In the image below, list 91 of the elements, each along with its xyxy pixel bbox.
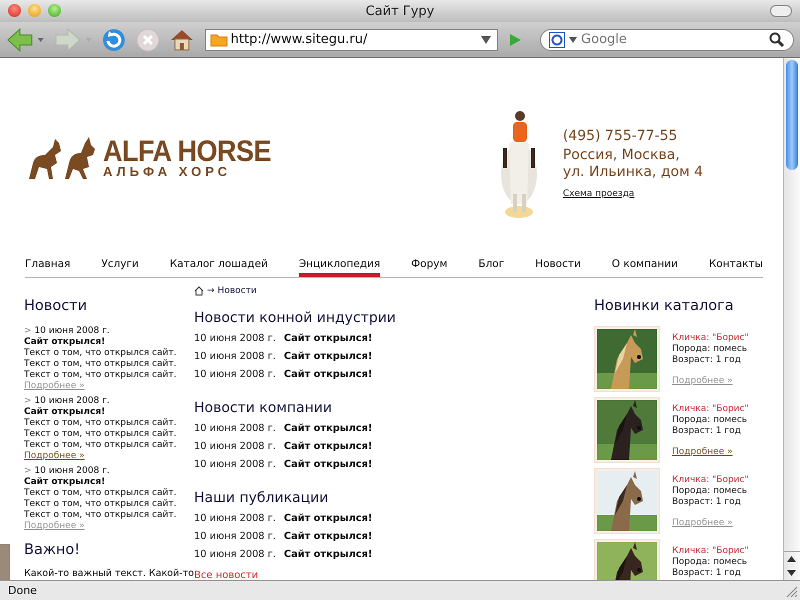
home-icon[interactable] — [194, 286, 204, 296]
more-link[interactable]: Подробнее » — [672, 447, 733, 458]
news-date: 10 июня 2008 г. — [194, 512, 276, 526]
nav-link[interactable]: Каталог лошадей — [170, 258, 268, 277]
news-date: 10 июня 2008 г. — [194, 332, 276, 346]
more-link[interactable]: Подробнее » — [24, 451, 85, 462]
breadcrumb-separator: → — [207, 286, 215, 296]
close-button[interactable] — [8, 4, 21, 17]
all-news-link[interactable]: Все новости — [194, 570, 574, 580]
toolbar-toggle-button[interactable] — [770, 5, 792, 17]
search-field[interactable]: Google — [540, 28, 794, 50]
news-date: > 10 июня 2008 г. — [24, 396, 111, 407]
section-heading: Новости компании — [194, 400, 333, 416]
news-text: Текст о том, что открылся сайт. — [24, 510, 178, 521]
news-headline: Сайт открылся! — [24, 337, 106, 348]
search-icon[interactable] — [769, 32, 785, 48]
folder-icon — [210, 32, 228, 46]
map-link[interactable]: Схема проезда — [562, 188, 703, 198]
back-arrow-icon[interactable] — [6, 26, 46, 52]
section-heading: Новости конной индустрии — [194, 310, 397, 326]
horse-age: Возраст: 1 год — [672, 497, 742, 508]
news-date: > 10 июня 2008 г. — [24, 326, 111, 337]
horse-name: Кличка: "Борис" — [672, 475, 749, 486]
horse-age: Возраст: 1 год — [672, 355, 742, 366]
address-line: Россия, Москва, — [562, 146, 681, 164]
news-headline: Сайт открылся! — [24, 477, 106, 488]
news-text: Текст о том, что открылся сайт. — [24, 429, 178, 440]
nav-link[interactable]: Энциклопедия — [298, 258, 380, 277]
news-headline-link[interactable]: Сайт открылся! — [284, 438, 372, 456]
news-text: Текст о том, что открылся сайт. — [24, 418, 178, 429]
news-date: 10 июня 2008 г. — [194, 422, 276, 436]
phone-number: (495) 755-77-55 — [562, 128, 678, 144]
horse-name: Кличка: "Борис" — [672, 333, 749, 344]
news-headline-link[interactable]: Сайт открылся! — [284, 330, 372, 348]
horse-breed: Порода: помесь — [672, 486, 748, 497]
news-date: 10 июня 2008 г. — [194, 350, 276, 364]
dropdown-triangle-icon[interactable] — [569, 36, 578, 42]
news-text: Текст о том, что открылся сайт. — [24, 359, 178, 370]
news-headline-link[interactable]: Сайт открылся! — [284, 420, 372, 438]
horse-breed: Порода: помесь — [672, 557, 748, 568]
address-field[interactable]: http://www.sitegu.ru/ — [204, 28, 498, 50]
horse-age: Возраст: 1 год — [672, 568, 742, 579]
news-date: 10 июня 2008 г. — [194, 440, 276, 454]
horse-age: Возраст: 1 год — [672, 426, 742, 437]
news-headline-link[interactable]: Сайт открылся! — [284, 366, 372, 384]
section-heading: Наши публикации — [194, 490, 330, 506]
news-date: > 10 июня 2008 г. — [24, 466, 111, 477]
news-text: Текст о том, что открылся сайт. — [24, 488, 178, 499]
breadcrumb-current: Новости — [218, 286, 257, 296]
nav-link[interactable]: Блог — [478, 258, 504, 277]
nav-link[interactable]: Услуги — [101, 258, 139, 277]
section-heading: Новости — [24, 298, 88, 314]
news-date: 10 июня 2008 г. — [194, 458, 276, 472]
horse-name: Кличка: "Борис" — [672, 404, 749, 415]
reload-icon[interactable] — [101, 26, 128, 52]
edge-strip — [0, 544, 10, 580]
nav-link[interactable]: О компании — [612, 258, 678, 277]
scrollbar[interactable] — [783, 58, 800, 580]
news-date: 10 июня 2008 г. — [194, 530, 276, 544]
news-headline-link[interactable]: Сайт открылся! — [284, 546, 372, 564]
dropdown-triangle-icon[interactable] — [480, 34, 492, 44]
window-title: Сайт Гуру — [366, 4, 434, 18]
nav-link[interactable]: Форум — [411, 258, 448, 277]
news-date: 10 июня 2008 г. — [194, 368, 276, 382]
logo-title: ALFA HORSE — [103, 136, 272, 166]
section-heading: Новинки каталога — [594, 298, 735, 314]
news-text: Текст о том, что открылся сайт. — [24, 348, 178, 359]
horse-breed: Порода: помесь — [672, 415, 748, 426]
logo-subtitle: АЛЬФА ХОРС — [103, 165, 232, 178]
nav-link[interactable]: Контакты — [708, 258, 763, 277]
resize-grip-icon[interactable] — [784, 584, 798, 598]
news-headline-link[interactable]: Сайт открылся! — [284, 510, 372, 528]
horse-breed: Порода: помесь — [672, 344, 748, 355]
news-text: Текст о том, что открылся сайт. — [24, 499, 178, 510]
zoom-button[interactable] — [48, 4, 61, 17]
news-text: Текст о том, что открылся сайт. — [24, 440, 178, 451]
nav-link[interactable]: Главная — [25, 258, 70, 277]
stop-icon[interactable] — [135, 26, 161, 52]
news-headline-link[interactable]: Сайт открылся! — [284, 456, 372, 474]
scroll-thumb[interactable] — [786, 60, 798, 170]
news-headline-link[interactable]: Сайт открылся! — [284, 348, 372, 366]
news-date: 10 июня 2008 г. — [194, 548, 276, 562]
news-text: Текст о том, что открылся сайт. — [24, 370, 178, 381]
nav-link[interactable]: Новости — [535, 258, 581, 277]
address-line: ул. Ильинка, дом 4 — [562, 164, 703, 180]
important-text: Какой-то важный текст. Какой-то — [24, 568, 194, 579]
horse-name: Кличка: "Борис" — [672, 546, 749, 557]
section-heading: Важно! — [24, 542, 82, 558]
status-text: Done — [8, 584, 37, 597]
news-headline: Сайт открылся! — [24, 407, 106, 418]
news-headline-link[interactable]: Сайт открылся! — [284, 528, 372, 546]
